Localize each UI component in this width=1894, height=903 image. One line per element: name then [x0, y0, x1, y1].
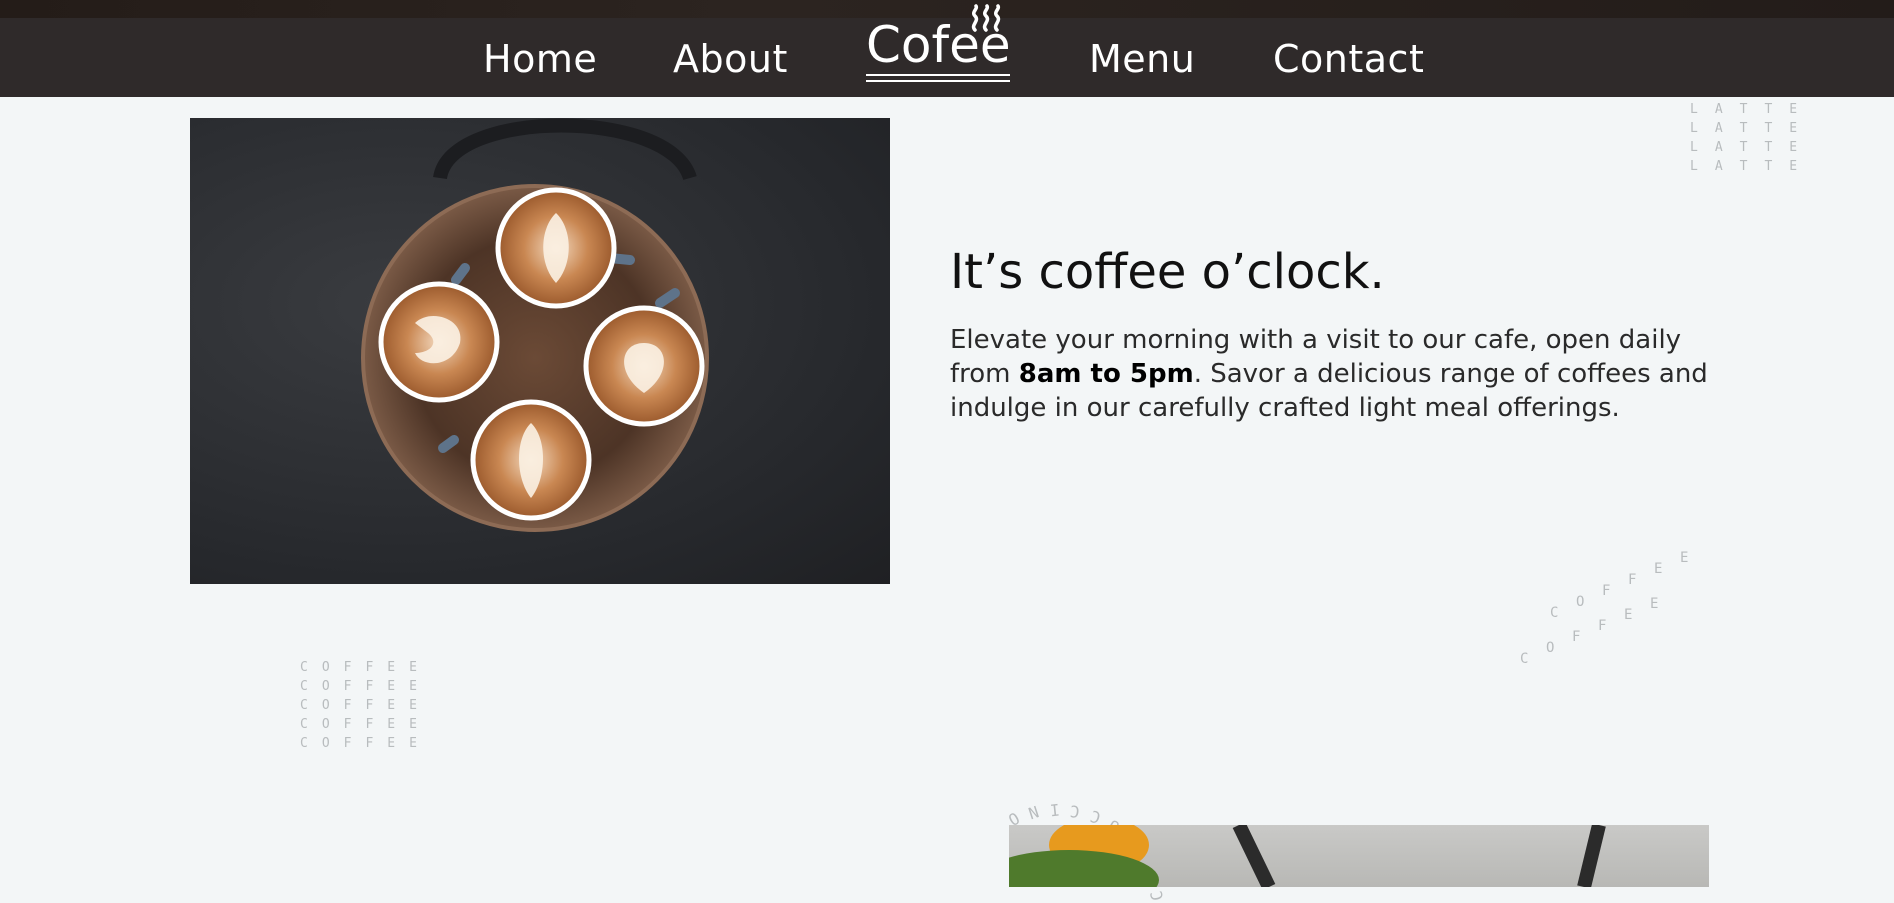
opening-hours: 8am to 5pm — [1018, 359, 1194, 389]
latte-art-photo — [190, 118, 890, 584]
nav-home-link[interactable]: Home — [483, 40, 597, 78]
decor-letter: F — [1602, 583, 1626, 599]
decorative-latte-text: LATTE LATTE LATTE LATTE — [1690, 102, 1815, 174]
decor-letter: F — [1572, 629, 1596, 645]
cafe-photo-image — [1009, 825, 1606, 887]
decorative-coffee-text: COFFEE COFFEE COFFEE COFFEE COFFEE — [300, 660, 431, 751]
logo-underline — [866, 74, 1010, 76]
nav-menu-link[interactable]: Menu — [1089, 40, 1195, 78]
logo-underline — [866, 80, 1010, 82]
decor-letter: O — [1546, 640, 1570, 656]
decor-letter: E — [1680, 550, 1704, 566]
cafe-photo-bottom — [1009, 825, 1709, 887]
decor-letter: C — [1520, 651, 1544, 667]
latte-cups-image — [361, 118, 709, 532]
decor-letter: F — [1628, 572, 1652, 588]
decor-letter: C — [1550, 605, 1574, 621]
nav-contact-link[interactable]: Contact — [1273, 40, 1424, 78]
logo-text: Cofee — [866, 16, 1011, 74]
decor-letter: E — [1654, 561, 1678, 577]
decor-letter: O — [1576, 594, 1600, 610]
cofee-logo[interactable]: Cofee — [866, 4, 1011, 82]
hero-description: Elevate your morning with a visit to our… — [950, 323, 1720, 425]
decor-letter: F — [1598, 618, 1622, 634]
hero-headline: It’s coffee o’clock. — [950, 244, 1385, 300]
decor-letter: E — [1624, 607, 1648, 623]
decorative-coffee-diagonal: COFFEECOFFEE — [1520, 550, 1700, 667]
nav-about-link[interactable]: About — [673, 40, 788, 78]
decor-letter: E — [1650, 596, 1674, 612]
